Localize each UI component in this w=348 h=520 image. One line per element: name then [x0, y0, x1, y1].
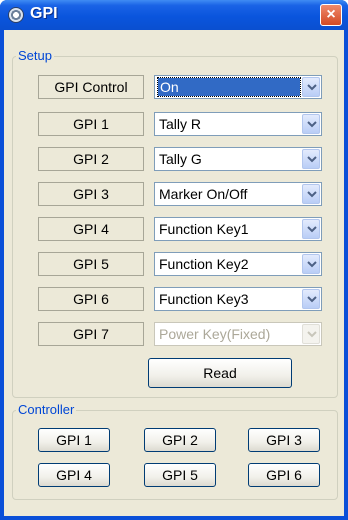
controller-gpi3-button[interactable]: GPI 3 [248, 428, 320, 452]
chevron-down-icon[interactable] [302, 77, 320, 97]
gpi3-label: GPI 3 [38, 182, 144, 206]
close-button[interactable]: × [320, 4, 342, 26]
dialog-body: Setup GPI Control On GPI 1 Tally R GPI 2… [4, 30, 344, 516]
gpi7-label: GPI 7 [38, 322, 144, 346]
gpi-control-select[interactable]: On [154, 75, 322, 99]
gpi5-label: GPI 5 [38, 252, 144, 276]
gpi4-select[interactable]: Function Key1 [154, 217, 322, 241]
setup-group-title: Setup [16, 48, 54, 63]
chevron-down-icon[interactable] [302, 289, 320, 309]
controller-gpi2-button[interactable]: GPI 2 [144, 428, 216, 452]
controller-gpi5-button[interactable]: GPI 5 [144, 463, 216, 487]
chevron-down-icon [302, 324, 320, 344]
gpi2-select[interactable]: Tally G [154, 147, 322, 171]
gpi3-select[interactable]: Marker On/Off [154, 182, 322, 206]
gpi7-select: Power Key(Fixed) [154, 322, 322, 346]
gpi1-select[interactable]: Tally R [154, 112, 322, 136]
controller-gpi4-button[interactable]: GPI 4 [38, 463, 110, 487]
controller-gpi6-button[interactable]: GPI 6 [248, 463, 320, 487]
gpi-window: GPI × Setup GPI Control On GPI 1 Tally R… [0, 0, 348, 520]
gpi4-value: Function Key1 [159, 221, 249, 237]
gpi2-value: Tally G [159, 151, 202, 167]
gpi2-label: GPI 2 [38, 147, 144, 171]
gpi1-value: Tally R [159, 116, 202, 132]
chevron-down-icon[interactable] [302, 254, 320, 274]
gpi7-value: Power Key(Fixed) [159, 326, 271, 342]
title-bar[interactable]: GPI × [0, 0, 348, 30]
chevron-down-icon[interactable] [302, 114, 320, 134]
chevron-down-icon[interactable] [302, 219, 320, 239]
app-icon [8, 7, 24, 23]
gpi1-label: GPI 1 [38, 112, 144, 136]
gpi6-select[interactable]: Function Key3 [154, 287, 322, 311]
gpi4-label: GPI 4 [38, 217, 144, 241]
chevron-down-icon[interactable] [302, 184, 320, 204]
chevron-down-icon[interactable] [302, 149, 320, 169]
gpi6-value: Function Key3 [159, 291, 249, 307]
window-title: GPI [30, 5, 58, 22]
gpi-control-value: On [157, 77, 301, 97]
gpi6-label: GPI 6 [38, 287, 144, 311]
controller-group-title: Controller [16, 402, 77, 417]
controller-gpi1-button[interactable]: GPI 1 [38, 428, 110, 452]
read-button[interactable]: Read [148, 358, 292, 388]
gpi5-select[interactable]: Function Key2 [154, 252, 322, 276]
gpi5-value: Function Key2 [159, 256, 249, 272]
gpi-control-label: GPI Control [38, 75, 144, 99]
gpi3-value: Marker On/Off [159, 186, 248, 202]
